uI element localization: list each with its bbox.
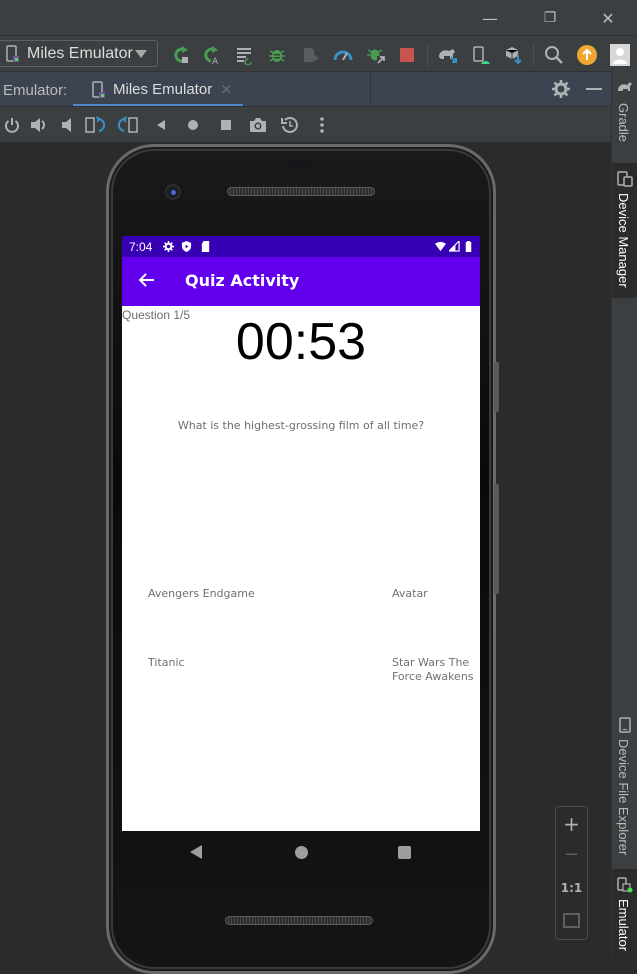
- volume-down-icon[interactable]: [57, 115, 77, 135]
- play-protect-icon: [181, 241, 192, 252]
- stop-icon[interactable]: [396, 44, 418, 66]
- device-icon: [6, 44, 19, 62]
- overview-icon[interactable]: [216, 115, 236, 135]
- apply-code-changes-icon[interactable]: [234, 44, 256, 66]
- battery-icon: [465, 241, 472, 252]
- screenshot-icon[interactable]: [248, 115, 268, 135]
- answer-option-4[interactable]: Star Wars The Force Awakens: [392, 656, 480, 684]
- emulator-label: Emulator:: [3, 82, 68, 99]
- side-tab-emulator[interactable]: Emulator: [612, 869, 637, 959]
- device-manager-icon[interactable]: [470, 44, 492, 66]
- volume-up-icon[interactable]: [29, 115, 49, 135]
- rotate-right-icon[interactable]: [118, 115, 138, 135]
- device-icon: [92, 81, 105, 98]
- zoom-out-button[interactable]: −: [556, 844, 587, 865]
- account-icon[interactable]: [609, 44, 631, 66]
- emulator-controls: [0, 106, 611, 142]
- close-window-button[interactable]: ✕: [598, 8, 618, 28]
- rerun-icon[interactable]: [170, 44, 192, 66]
- zoom-in-button[interactable]: +: [556, 812, 587, 836]
- profile-icon[interactable]: [332, 44, 354, 66]
- home-icon[interactable]: [183, 115, 203, 135]
- chevron-down-icon: [135, 50, 147, 58]
- more-icon[interactable]: [312, 115, 332, 135]
- sd-card-icon: [201, 241, 210, 252]
- attach-debugger-icon[interactable]: [300, 44, 322, 66]
- device-selector-label: Miles Emulator: [27, 44, 133, 62]
- apply-changes-icon[interactable]: A: [200, 44, 222, 66]
- device-file-explorer-icon: [619, 717, 631, 733]
- android-status-bar: 7:04: [122, 236, 480, 257]
- toolbar-separator: [533, 44, 534, 66]
- settings-icon: [163, 241, 174, 252]
- countdown-timer: 00:53: [235, 313, 367, 371]
- svg-text:A: A: [212, 57, 219, 65]
- wifi-icon: [435, 241, 446, 252]
- side-tab-device-manager[interactable]: Device Manager: [612, 163, 637, 298]
- tab-miles-emulator[interactable]: Miles Emulator ×: [73, 72, 243, 107]
- minimize-button[interactable]: —: [480, 8, 500, 28]
- main-toolbar: Miles Emulator A: [0, 35, 637, 71]
- nav-home-icon[interactable]: [295, 846, 308, 859]
- rotate-left-icon[interactable]: [85, 115, 105, 135]
- side-tab-label: Emulator: [616, 899, 631, 952]
- back-icon[interactable]: [151, 115, 171, 135]
- device-screen[interactable]: 7:04 Quiz Activity Question 1/5 00:53 Wh…: [122, 236, 480, 831]
- proximity-sensor: [287, 161, 313, 170]
- zoom-controls: + − 1:1: [555, 806, 588, 940]
- device-selector[interactable]: Miles Emulator: [0, 40, 158, 67]
- app-toolbar: Quiz Activity: [122, 257, 480, 306]
- toolbar-separator: [427, 44, 428, 66]
- volume-side-button: [494, 484, 499, 594]
- snapshot-icon[interactable]: [280, 115, 300, 135]
- search-icon[interactable]: [543, 44, 565, 66]
- side-tab-label: Gradle: [616, 103, 631, 143]
- sdk-manager-icon[interactable]: [502, 44, 524, 66]
- update-icon[interactable]: [576, 44, 598, 66]
- fit-screen-icon[interactable]: [563, 913, 580, 928]
- attach-debugger-to-process-icon[interactable]: [365, 44, 387, 66]
- close-tab-icon[interactable]: ×: [220, 80, 233, 98]
- gradle-icon: [618, 82, 632, 91]
- hide-panel-icon[interactable]: [586, 88, 602, 90]
- front-camera-icon: [165, 184, 181, 200]
- right-tool-strip: Gradle Device Manager Device File Explor…: [611, 71, 637, 959]
- debug-icon[interactable]: [266, 44, 288, 66]
- nav-recents-icon[interactable]: [398, 846, 411, 859]
- answer-option-2[interactable]: Avatar: [392, 587, 428, 601]
- sync-gradle-icon[interactable]: [437, 44, 459, 66]
- side-tab-device-file-explorer[interactable]: Device File Explorer: [612, 711, 637, 861]
- power-side-button: [494, 362, 499, 412]
- emulator-icon: [617, 877, 633, 893]
- side-tab-label: Device File Explorer: [616, 739, 631, 856]
- device-manager-icon: [617, 171, 633, 187]
- signal-icon: [449, 241, 460, 252]
- power-icon[interactable]: [2, 115, 22, 135]
- emulator-toolwindow-header: Emulator: Miles Emulator ×: [0, 71, 611, 107]
- top-speaker-grille: [227, 187, 375, 196]
- tab-label: Miles Emulator: [113, 81, 213, 98]
- question-text: What is the highest-grossing film of all…: [177, 419, 425, 432]
- divider: [370, 72, 371, 107]
- gear-icon[interactable]: [552, 80, 570, 102]
- window-titlebar: — ❐ ✕: [0, 0, 637, 35]
- side-tab-label: Device Manager: [616, 193, 631, 288]
- android-nav-bar: [122, 831, 480, 873]
- nav-back-icon[interactable]: [190, 845, 202, 859]
- side-tab-gradle[interactable]: Gradle: [612, 75, 637, 143]
- answer-option-3[interactable]: Titanic: [148, 656, 185, 670]
- status-time: 7:04: [129, 240, 153, 254]
- restore-button[interactable]: ❐: [540, 8, 560, 28]
- page-title: Quiz Activity: [185, 271, 300, 290]
- actual-size-button[interactable]: 1:1: [556, 881, 587, 895]
- bottom-speaker-grille: [225, 916, 373, 925]
- answer-option-1[interactable]: Avengers Endgame: [148, 587, 255, 601]
- arrow-back-icon[interactable]: [137, 270, 157, 290]
